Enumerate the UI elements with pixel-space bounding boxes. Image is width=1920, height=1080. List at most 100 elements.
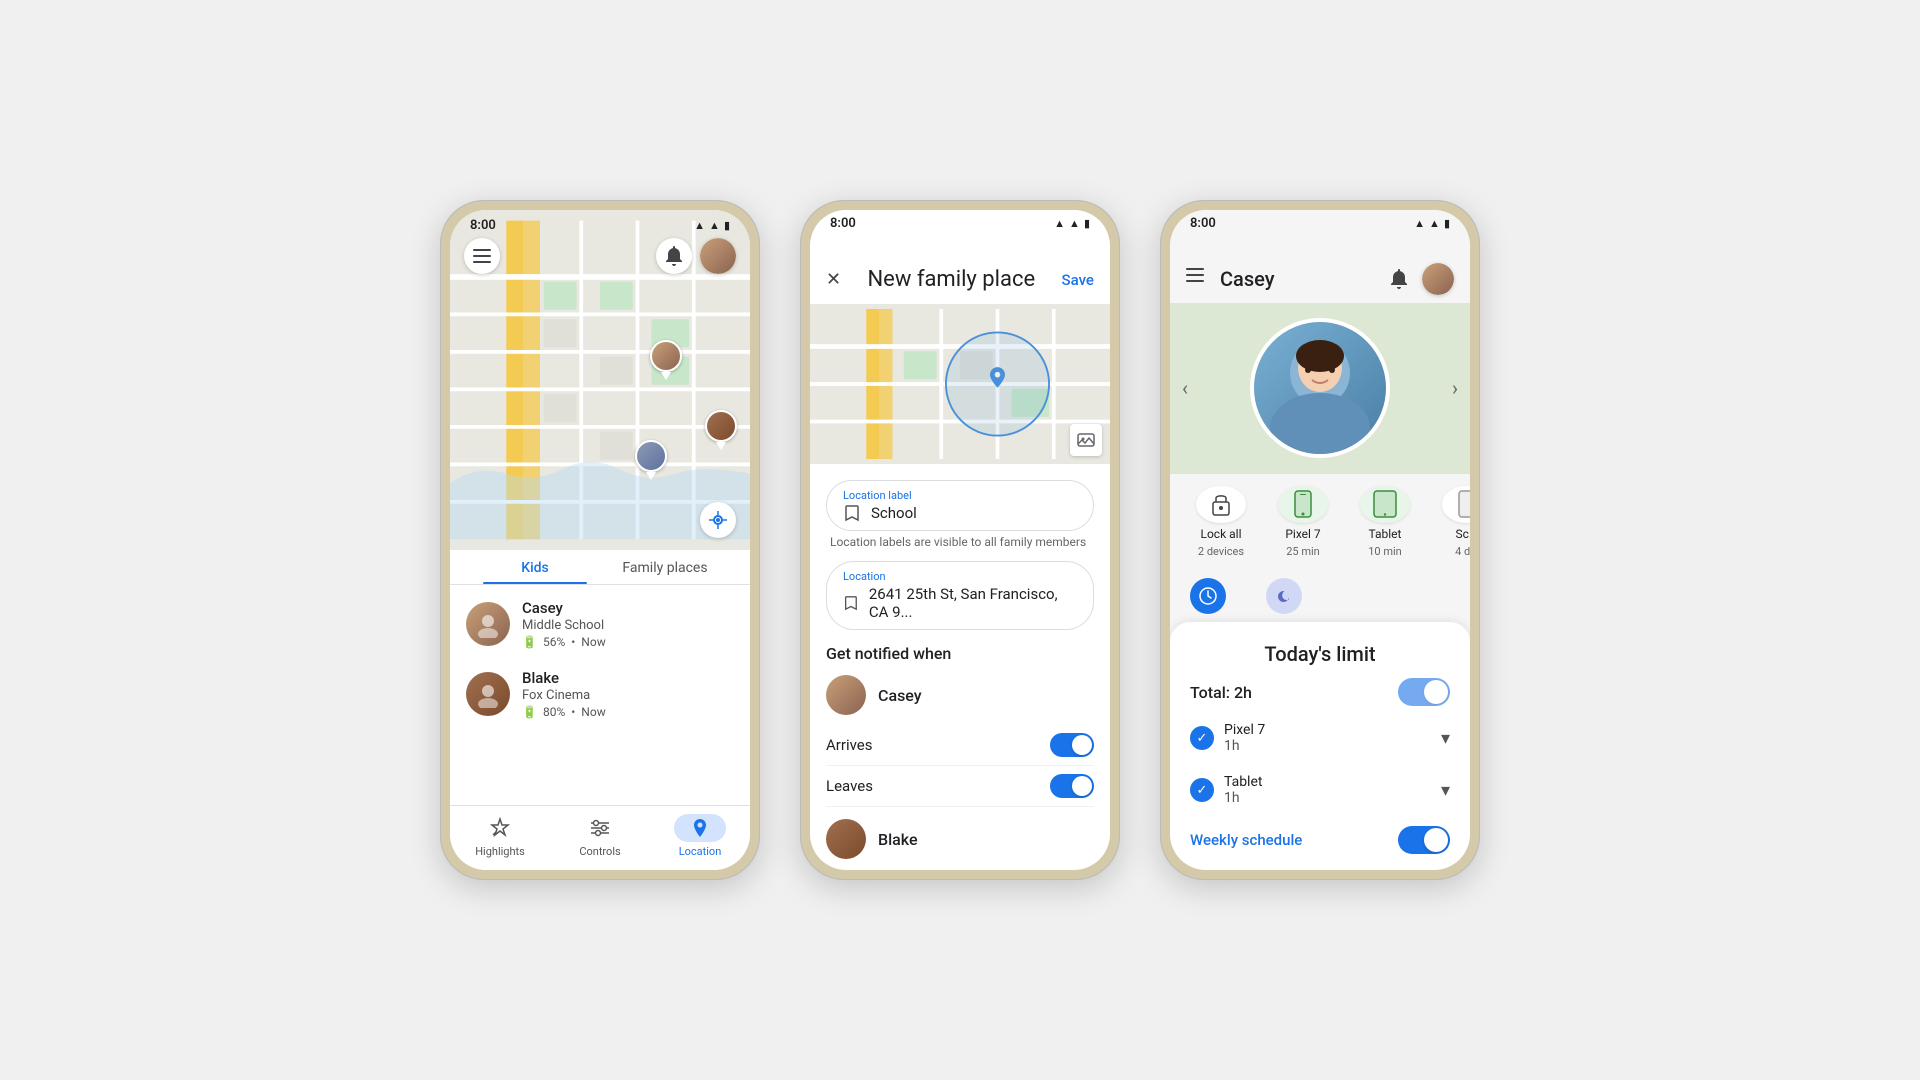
notification-button-1[interactable] (656, 238, 692, 274)
clock-filled-btn[interactable] (1190, 578, 1226, 614)
device-lock-all[interactable]: Lock all 2 devices (1186, 486, 1256, 558)
phone3-content: 8:00 ▲ ▲ ▮ Casey (1170, 210, 1470, 870)
save-button-2[interactable]: Save (1062, 271, 1094, 289)
status-time-3: 8:00 (1190, 216, 1216, 231)
device-sc[interactable]: Sc... 4 d... (1432, 486, 1470, 558)
member-location-casey: Middle School (522, 618, 734, 633)
nav-controls[interactable]: Controls (550, 814, 650, 858)
location-label-input[interactable]: Location label School (826, 480, 1094, 531)
weekly-toggle[interactable] (1398, 826, 1450, 854)
location-icon (689, 817, 711, 839)
phone-2: 8:00 ▲ ▲ ▮ ✕ New family place Save (800, 200, 1120, 880)
battery-icon-blake: 🔋 (522, 705, 537, 719)
nav-location[interactable]: Location (650, 814, 750, 858)
phone-3-screen: 8:00 ▲ ▲ ▮ Casey (1170, 210, 1470, 870)
p3-clock-row (1170, 570, 1470, 622)
location-field-label: Location (843, 570, 1077, 583)
p2-form: Location label School Location labels ar… (810, 464, 1110, 870)
sc-icon-wrap (1442, 486, 1470, 523)
menu-button-1[interactable] (464, 238, 500, 274)
hamburger-icon-3[interactable] (1186, 268, 1208, 290)
phone-2-screen: 8:00 ▲ ▲ ▮ ✕ New family place Save (810, 210, 1110, 870)
location-label-hint: Location labels are visible to all famil… (826, 535, 1094, 549)
signal-icon-3: ▲ (1429, 217, 1440, 230)
bookmark-icon-2 (843, 594, 859, 612)
member-casey[interactable]: Casey Middle School 🔋 56% • Now (450, 589, 750, 659)
prev-profile-arrow[interactable]: ‹ (1182, 376, 1188, 400)
p2-map (810, 304, 1110, 464)
tablet-limit-info: Tablet 1h (1224, 774, 1431, 806)
tablet-dropdown-icon[interactable]: ▾ (1441, 780, 1450, 801)
next-profile-arrow[interactable]: › (1452, 376, 1458, 400)
pixel7-limit-info: Pixel 7 1h (1224, 722, 1431, 754)
device-tablet[interactable]: Tablet 10 min (1350, 486, 1420, 558)
member-blake[interactable]: Blake Fox Cinema 🔋 80% • Now (450, 659, 750, 729)
profile-avatar-3[interactable] (1422, 263, 1454, 295)
device-pixel7[interactable]: Pixel 7 25 min (1268, 486, 1338, 558)
members-list: Casey Middle School 🔋 56% • Now (450, 585, 750, 805)
pixel7-icon-wrap (1278, 486, 1328, 523)
person-row-blake: Blake (826, 807, 1094, 859)
profile-avatar-1[interactable] (700, 238, 736, 274)
my-location-button[interactable] (700, 502, 736, 538)
tablet-check[interactable]: ✓ (1190, 778, 1214, 802)
close-icon[interactable]: ✕ (826, 269, 841, 290)
tab-family-places[interactable]: Family places (600, 550, 730, 584)
blake-name-2: Blake (878, 830, 1094, 849)
member-avatar-casey (466, 602, 510, 646)
tab-kids[interactable]: Kids (470, 550, 600, 584)
map-pin-member1 (650, 340, 682, 380)
member-name-casey: Casey (522, 599, 734, 617)
nav-highlights[interactable]: Highlights (450, 814, 550, 858)
total-toggle[interactable] (1398, 678, 1450, 706)
tablet-icon (1372, 490, 1398, 518)
arrives-label: Arrives (826, 736, 872, 754)
clock-outline-btn[interactable] (1266, 578, 1302, 614)
tablet-name: Tablet (1369, 527, 1402, 541)
lock-all-name: Lock all (1200, 527, 1241, 541)
status-bar-2: 8:00 ▲ ▲ ▮ (810, 210, 1110, 235)
location-input[interactable]: Location 2641 25th St, San Francisco, CA… (826, 561, 1094, 630)
p3-bottom-sheet: Today's limit Total: 2h ✓ Pixel 7 1h ▾ (1170, 622, 1470, 870)
location-row: 2641 25th St, San Francisco, CA 9... (843, 585, 1077, 621)
member-status-blake: 🔋 80% • Now (522, 705, 734, 719)
leaves-toggle[interactable] (1050, 774, 1094, 798)
total-row: Total: 2h (1190, 678, 1450, 706)
arrives-toggle[interactable] (1050, 733, 1094, 757)
status-bar-3: 8:00 ▲ ▲ ▮ (1170, 210, 1470, 235)
phone-1: 8:00 ▲ ▲ ▮ Kids Family places (440, 200, 760, 880)
battery-icon-2: ▮ (1084, 217, 1090, 230)
member-location-blake: Fox Cinema (522, 688, 734, 703)
bottom-sheet-1: Kids Family places Casey Middle School (450, 550, 750, 870)
status-time-1: 8:00 (470, 218, 496, 233)
location-label-value: School (871, 504, 917, 522)
pixel7-sub: 25 min (1286, 545, 1320, 558)
signal-icon-1: ▲ (709, 219, 720, 232)
notification-icon-3[interactable] (1388, 268, 1410, 290)
casey-name-2: Casey (878, 686, 1094, 705)
pixel7-dropdown-icon[interactable]: ▾ (1441, 728, 1450, 749)
highlights-label: Highlights (475, 845, 525, 858)
sc-name: Sc... (1456, 527, 1470, 541)
tablet-limit-name: Tablet (1224, 774, 1431, 790)
bookmark-icon (843, 504, 861, 522)
location-label: Location (679, 845, 722, 858)
location-label-field-label: Location label (843, 489, 1077, 502)
lock-icon (1209, 490, 1233, 518)
map-image-button[interactable] (1070, 424, 1102, 456)
blake-avatar-2 (826, 819, 866, 859)
weekly-schedule-label[interactable]: Weekly schedule (1190, 831, 1302, 849)
sc-sub: 4 d... (1455, 545, 1470, 558)
battery-icon-3: ▮ (1444, 217, 1450, 230)
bottom-nav-1: Highlights Controls (450, 805, 750, 870)
p3-profile-area: ‹ › (1170, 303, 1470, 474)
p3-devices-row: Lock all 2 devices Pixel 7 25 min (1170, 474, 1470, 570)
leaves-toggle-row: Leaves (826, 766, 1094, 807)
wifi-icon-2: ▲ (1054, 217, 1065, 230)
tablet-icon-wrap (1360, 486, 1410, 523)
highlights-icon (489, 817, 511, 839)
map-right-buttons (656, 238, 736, 274)
sc-device-icon (1457, 490, 1470, 518)
status-icons-2: ▲ ▲ ▮ (1054, 217, 1090, 230)
pixel7-check[interactable]: ✓ (1190, 726, 1214, 750)
